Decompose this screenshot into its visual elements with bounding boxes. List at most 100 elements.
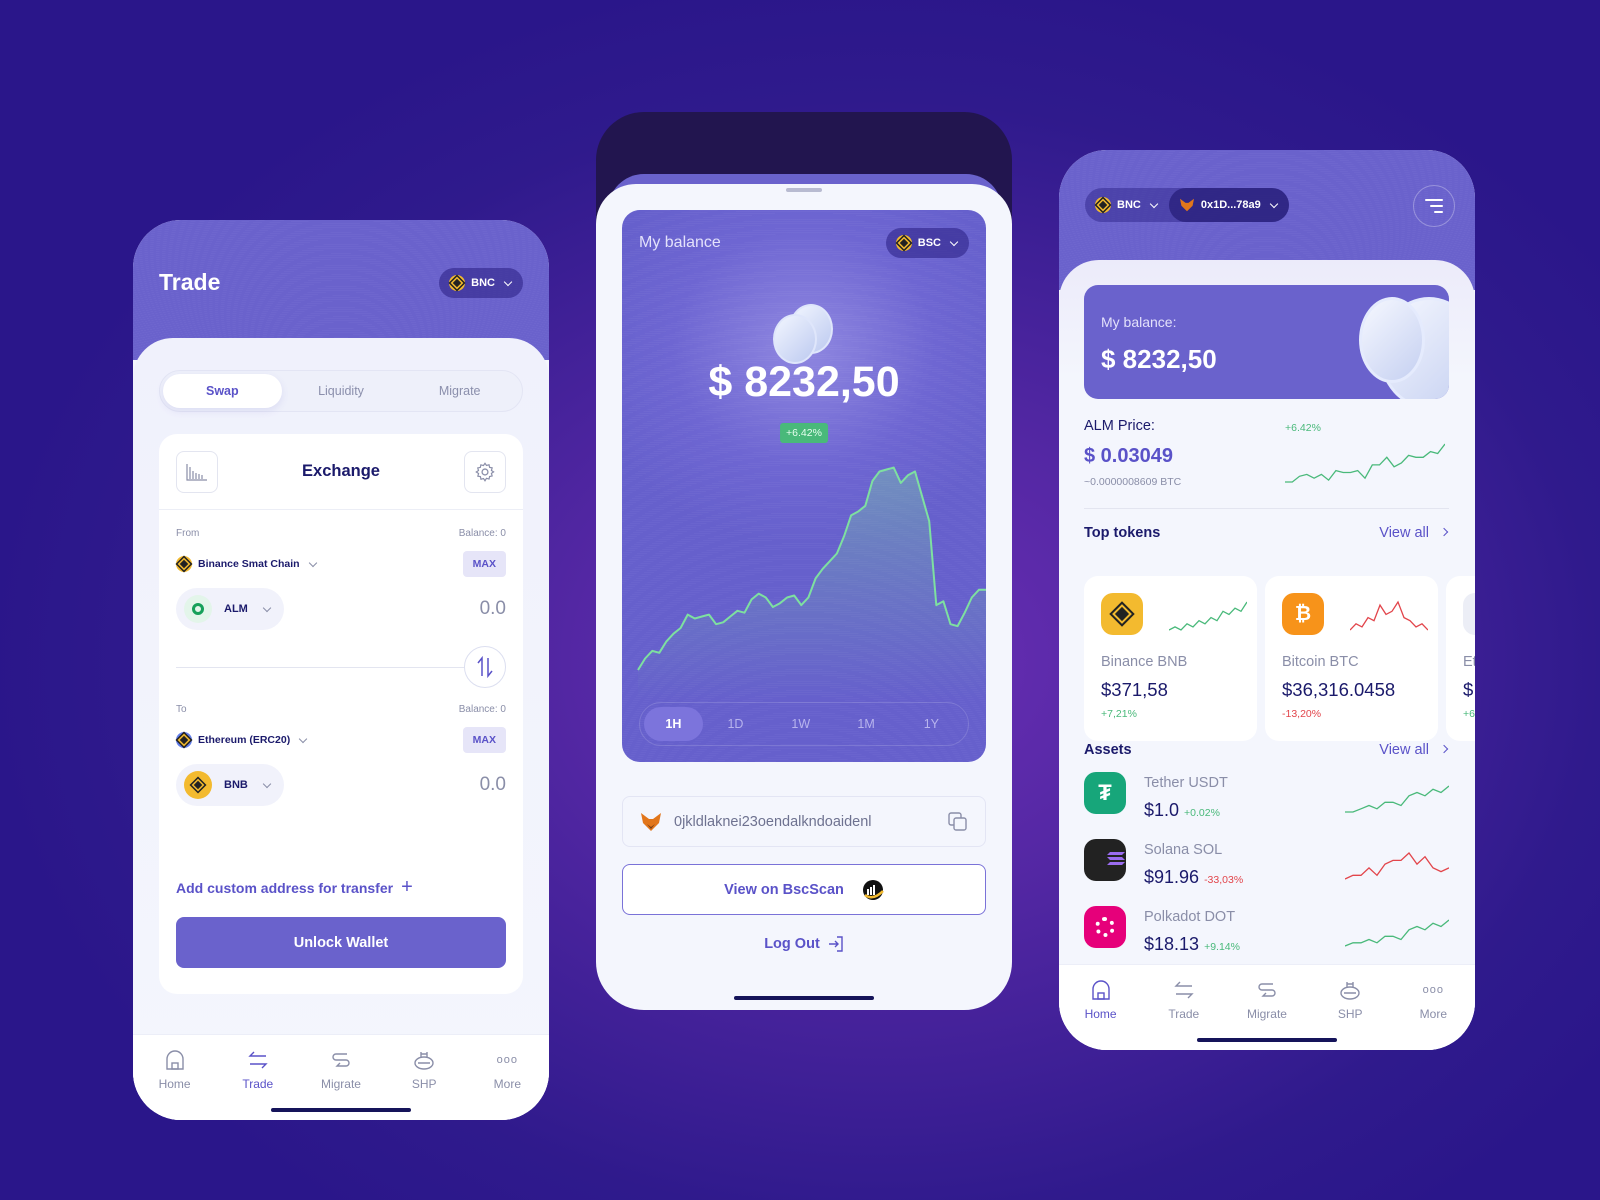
network-selector[interactable]: BNC [1085, 188, 1169, 222]
nav-label: More [1419, 1007, 1448, 1021]
to-token-selector[interactable]: BNB [176, 764, 284, 806]
metamask-fox-icon [641, 812, 661, 831]
asset-name: Solana SOL [1144, 842, 1223, 858]
menu-button[interactable] [1413, 185, 1455, 227]
to-label: To [176, 704, 187, 715]
binance-coin-icon [449, 275, 466, 291]
token-name: Et [1463, 654, 1475, 670]
binance-coin-icon [1095, 197, 1111, 213]
wallet-selector[interactable]: 0x1D...78a9 [1168, 188, 1289, 222]
nav-more[interactable]: ooo More [477, 1049, 537, 1120]
period-1y[interactable]: 1Y [899, 707, 964, 741]
asset-row[interactable]: Polkadot DOT $18.13 +9.14% [1084, 906, 1449, 966]
logout-label: Log Out [764, 936, 820, 952]
asset-row[interactable]: Solana SOL $91.96 -33,03% [1084, 839, 1449, 899]
divider [176, 666, 464, 668]
chevron-right-icon [1439, 527, 1449, 536]
trade-screen: Trade BNC Swap Liquidity Migrate Exchang… [133, 220, 549, 1120]
period-1w[interactable]: 1W [768, 707, 833, 741]
period-1d[interactable]: 1D [703, 707, 768, 741]
from-amount-input[interactable]: 0.0 [480, 598, 506, 620]
balance-amount: $ 8232,50 [1101, 344, 1217, 374]
sparkline-path [1285, 443, 1445, 483]
asset-sparkline [1345, 852, 1449, 880]
period-1h[interactable]: 1H [644, 707, 703, 741]
eth-token-icon [1463, 593, 1475, 635]
nav-label: Migrate [1246, 1007, 1287, 1021]
copy-icon[interactable] [948, 811, 968, 832]
network-label: BSC [917, 237, 941, 249]
home-indicator [734, 996, 874, 1000]
ship-icon [1338, 979, 1362, 1001]
nav-home[interactable]: Home [145, 1049, 205, 1120]
home-indicator [271, 1108, 411, 1112]
period-selector: 1H 1D 1W 1M 1Y [639, 702, 969, 746]
token-change: +7,21% [1101, 708, 1137, 720]
chevron-down-icon [262, 779, 272, 788]
alm-token-icon [184, 595, 212, 623]
network-selector[interactable]: BNC [439, 268, 523, 298]
from-chain-selector[interactable]: Binance Smat Chain [176, 556, 318, 572]
network-selector[interactable]: BSC [885, 228, 969, 258]
chevron-down-icon [308, 558, 317, 567]
view-on-label: View on BscScan [724, 881, 844, 898]
alm-price-change: +6.42% [1285, 422, 1321, 434]
home-icon [163, 1049, 187, 1071]
unlock-wallet-button[interactable]: Unlock Wallet [176, 917, 506, 968]
chevron-down-icon [503, 277, 513, 286]
wallet-address-field[interactable]: 0jkldlaknei23oendalkndoaidenl [622, 796, 986, 847]
tab-swap[interactable]: Swap [163, 374, 282, 408]
top-tokens-view-all[interactable]: View all [1379, 525, 1449, 541]
sol-token-icon [1084, 839, 1126, 881]
coins-illustration [769, 302, 839, 366]
chevron-down-icon [262, 603, 272, 612]
chart-button[interactable] [176, 450, 218, 493]
to-chain-selector[interactable]: Ethereum (ERC20) [176, 732, 308, 748]
logout-button[interactable]: Log Out [596, 936, 1012, 952]
to-chain-label: Ethereum (ERC20) [198, 734, 291, 746]
nav-label: Home [1084, 1007, 1117, 1021]
asset-price: $91.96 [1144, 867, 1200, 887]
period-1m[interactable]: 1M [833, 707, 898, 741]
from-label: From [176, 528, 200, 539]
view-on-bscscan-button[interactable]: View on BscScan [622, 864, 986, 915]
swap-direction-button[interactable] [464, 646, 506, 688]
gear-icon [475, 461, 495, 482]
more-dots-icon: ooo [1422, 984, 1445, 996]
nav-home[interactable]: Home [1071, 979, 1131, 1050]
bnb-token-icon [184, 771, 212, 799]
from-max-button[interactable]: MAX [462, 551, 506, 577]
nav-more[interactable]: ooo More [1403, 979, 1463, 1050]
divider [1084, 508, 1449, 509]
migrate-icon [329, 1049, 353, 1071]
sheet-grab-handle[interactable] [786, 188, 822, 192]
from-token-selector[interactable]: ALM [176, 588, 284, 630]
token-name: Bitcoin BTC [1282, 654, 1359, 670]
to-amount-input[interactable]: 0.0 [480, 774, 506, 796]
asset-change: +9.14% [1204, 941, 1240, 953]
asset-row[interactable]: ₮ Tether USDT $1.0 +0.02% [1084, 772, 1449, 832]
token-card[interactable]: ₿ Bitcoin BTC $36,316.0458 -13,20% [1265, 576, 1438, 741]
plus-icon: + [401, 876, 413, 898]
settings-button[interactable] [463, 450, 506, 493]
page-title: Trade [159, 269, 221, 295]
chevron-down-icon [1269, 199, 1279, 208]
btc-token-icon: ₿ [1282, 593, 1324, 635]
token-card[interactable]: Et $ +6 [1446, 576, 1475, 741]
wallet-label: 0x1D...78a9 [1200, 199, 1261, 211]
add-custom-address-link[interactable]: Add custom address for transfer + [176, 876, 506, 899]
assets-view-all[interactable]: View all [1379, 742, 1449, 758]
bnb-token-icon [1101, 593, 1143, 635]
view-all-label: View all [1379, 742, 1429, 758]
ethereum-icon [176, 732, 192, 748]
sparkline-path [1345, 852, 1449, 880]
swap-arrows-icon [246, 1049, 270, 1071]
token-card[interactable]: Binance BNB $371,58 +7,21% [1084, 576, 1257, 741]
sparkline-path [1350, 600, 1428, 631]
sparkline-path [1345, 785, 1449, 813]
to-max-button[interactable]: MAX [462, 727, 506, 753]
token-price: $371,58 [1101, 679, 1168, 700]
tab-migrate[interactable]: Migrate [400, 374, 519, 408]
tab-liquidity[interactable]: Liquidity [282, 374, 401, 408]
logout-icon [828, 936, 843, 952]
